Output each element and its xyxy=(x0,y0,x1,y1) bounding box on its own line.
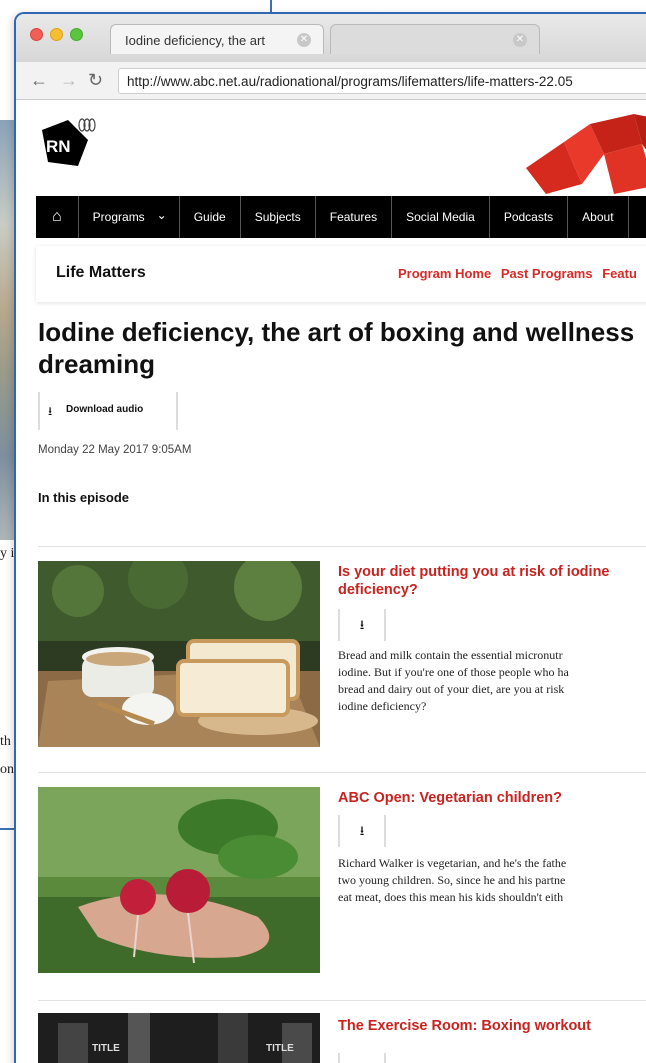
program-home-link[interactable]: Program Home xyxy=(398,266,491,281)
forward-arrow-icon[interactable]: → xyxy=(60,70,78,91)
description-line: Richard Walker is vegetarian, and he's t… xyxy=(338,856,567,870)
minimize-window-button[interactable] xyxy=(50,28,63,41)
nav-programs-label: Programs xyxy=(92,210,145,224)
download-audio-label: Download audio xyxy=(66,404,144,415)
list-item: Is your diet putting you at risk of iodi… xyxy=(38,546,646,756)
broadcast-date: Monday 22 May 2017 9:05AM xyxy=(38,444,192,456)
background-text: on xyxy=(0,762,14,777)
browser-tab-active[interactable]: Iodine deficiency, the art ✕ xyxy=(110,24,324,54)
home-icon[interactable]: ⌂ xyxy=(36,196,79,238)
main-navigation: ⌂ Programs ⌄ Guide Subjects Features Soc… xyxy=(36,196,646,238)
past-programs-link[interactable]: Past Programs xyxy=(501,266,593,281)
description-line: Bread and milk contain the essential mic… xyxy=(338,648,563,662)
browser-titlebar: Iodine deficiency, the art ✕ ✕ xyxy=(16,14,646,64)
program-title[interactable]: Life Matters xyxy=(56,264,146,282)
segment-title-link[interactable]: The Exercise Room: Boxing workout xyxy=(338,1017,646,1035)
svg-text:TITLE: TITLE xyxy=(92,1043,120,1054)
back-arrow-icon[interactable]: ← xyxy=(30,70,48,91)
nav-subjects[interactable]: Subjects xyxy=(241,196,316,238)
segment-title-link[interactable]: ABC Open: Vegetarian children? xyxy=(338,789,646,807)
segment-description: Richard Walker is vegetarian, and he's t… xyxy=(338,855,646,906)
segment-description: Bread and milk contain the essential mic… xyxy=(338,647,646,715)
maximize-window-button[interactable] xyxy=(70,28,83,41)
download-icon: ⭳ xyxy=(48,404,53,418)
nav-features[interactable]: Features xyxy=(316,196,393,238)
description-line: iodine deficiency? xyxy=(338,699,427,713)
nav-podcasts[interactable]: Podcasts xyxy=(490,196,569,238)
tab-title: Iodine deficiency, the art xyxy=(125,33,265,48)
rn-banner-graphic xyxy=(526,114,646,194)
web-page: RN ⌂ Programs ⌄ Guide Subjects Features xyxy=(16,100,646,1063)
description-line: iodine. But if you're one of those peopl… xyxy=(338,665,569,679)
segment-title-link[interactable]: Is your diet putting you at risk of iodi… xyxy=(338,563,646,599)
features-link[interactable]: Featu xyxy=(602,266,637,281)
logo-text: RN xyxy=(46,137,71,156)
list-item: ABC Open: Vegetarian children? ⭳ Richard… xyxy=(38,772,646,982)
nav-social-media[interactable]: Social Media xyxy=(392,196,490,238)
reload-icon[interactable]: ↻ xyxy=(88,70,103,91)
segment-image-bread-milk[interactable] xyxy=(38,561,320,747)
list-item: TITLE TITLE The Exercise Room: Boxing wo… xyxy=(38,1000,646,1063)
download-icon[interactable]: ⭳ xyxy=(338,609,386,641)
tab-close-icon[interactable]: ✕ xyxy=(297,33,311,47)
segment-image-radishes[interactable] xyxy=(38,787,320,973)
download-audio-button[interactable]: ⭳ Download audio xyxy=(38,392,178,430)
browser-tab-new[interactable]: ✕ xyxy=(330,24,540,54)
description-line: bread and dairy out of your diet, are yo… xyxy=(338,682,565,696)
rn-logo[interactable]: RN xyxy=(38,116,98,170)
nav-guide[interactable]: Guide xyxy=(180,196,241,238)
close-window-button[interactable] xyxy=(30,28,43,41)
download-icon[interactable]: ⭳ xyxy=(338,815,386,847)
tab-close-icon[interactable]: ✕ xyxy=(513,33,527,47)
address-bar: ← → ↻ http://www.abc.net.au/radionationa… xyxy=(16,62,646,100)
nav-about[interactable]: About xyxy=(568,196,629,238)
svg-text:TITLE: TITLE xyxy=(266,1043,294,1054)
browser-window: Iodine deficiency, the art ✕ ✕ ← → ↻ htt… xyxy=(14,12,646,1063)
download-icon[interactable]: ⭳ xyxy=(338,1053,386,1063)
page-title: Iodine deficiency, the art of boxing and… xyxy=(38,317,635,379)
nav-programs[interactable]: Programs ⌄ xyxy=(79,196,180,238)
program-subnav: Life Matters Program Home Past Programs … xyxy=(36,246,646,302)
background-text: th xyxy=(0,734,11,749)
url-field[interactable]: http://www.abc.net.au/radionational/prog… xyxy=(118,68,646,94)
chevron-down-icon[interactable]: ⌄ xyxy=(157,208,167,222)
section-heading: In this episode xyxy=(38,490,130,505)
description-line: eat meat, does this mean his kids should… xyxy=(338,890,564,904)
segment-image-boxing[interactable]: TITLE TITLE xyxy=(38,1013,320,1063)
description-line: two young children. So, since he and his… xyxy=(338,873,566,887)
program-links: Program Home Past Programs Featu xyxy=(398,266,643,281)
